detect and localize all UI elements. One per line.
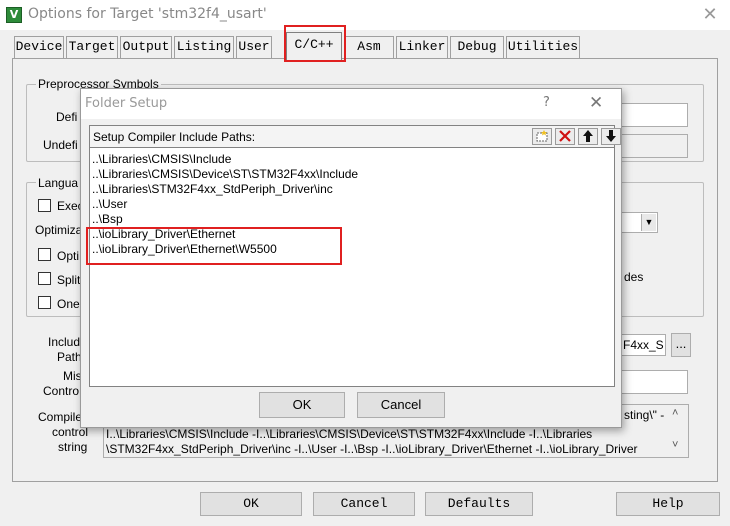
path-item[interactable]: ..\Libraries\STM32F4xx_StdPeriph_Driver\… <box>92 182 333 197</box>
include-paths-label-1: Includ <box>48 335 81 349</box>
tab-listing[interactable]: Listing <box>174 36 234 58</box>
added-paths-highlight-annotation <box>86 227 342 265</box>
misc-controls-label-1: Mis <box>63 369 82 383</box>
compiler-string-line-2: \STM32F4xx_StdPeriph_Driver\inc -I..\Use… <box>106 442 638 456</box>
one-elf-label: One <box>57 297 80 311</box>
new-folder-icon[interactable] <box>532 128 552 145</box>
include-paths-label-2: Path <box>57 350 82 364</box>
one-elf-checkbox[interactable] <box>38 296 51 309</box>
path-item[interactable]: ..\Libraries\CMSIS\Device\ST\STM32F4xx\I… <box>92 167 358 182</box>
optimize-time-checkbox[interactable] <box>38 248 51 261</box>
compiler-control-label-1: Compile <box>38 410 83 424</box>
optimization-label: Optimiza <box>35 223 83 237</box>
dialog-title: Folder Setup <box>85 96 168 111</box>
include-paths-header-label: Setup Compiler Include Paths: <box>93 130 256 144</box>
split-sections-checkbox[interactable] <box>38 272 51 285</box>
scroll-down-icon[interactable]: ˅ <box>672 439 678 451</box>
window-title: Options for Target 'stm32f4_usart' <box>28 6 267 22</box>
undefine-label: Undefi <box>43 138 78 152</box>
delete-icon[interactable] <box>555 128 575 145</box>
help-icon[interactable]: ? <box>543 95 550 110</box>
include-paths-browse-button[interactable]: ... <box>671 333 691 357</box>
language-group-label: Langua <box>36 176 81 190</box>
ok-button[interactable]: OK <box>200 492 302 516</box>
path-item[interactable]: ..\Libraries\CMSIS\Include <box>92 152 231 167</box>
chevron-down-icon[interactable]: ▼ <box>641 214 656 231</box>
execute-only-checkbox[interactable] <box>38 199 51 212</box>
dialog-ok-button[interactable]: OK <box>259 392 345 418</box>
tab-debug[interactable]: Debug <box>450 36 504 58</box>
tab-target[interactable]: Target <box>66 36 118 58</box>
path-item[interactable]: ..\Bsp <box>92 212 123 227</box>
scroll-up-icon[interactable]: ˄ <box>672 407 678 419</box>
cancel-button[interactable]: Cancel <box>313 492 415 516</box>
include-paths-header: Setup Compiler Include Paths: <box>90 126 621 148</box>
move-down-icon[interactable] <box>601 128 621 145</box>
optimize-time-label: Opti <box>57 249 80 263</box>
compiler-string-line-0: sting\" - <box>624 408 665 422</box>
window-close-icon[interactable]: ✕ <box>700 5 720 25</box>
compiler-control-label-3: string <box>58 440 88 454</box>
split-sections-label: Split <box>57 273 81 287</box>
tab-asm[interactable]: Asm <box>344 36 394 58</box>
tab-device[interactable]: Device <box>14 36 64 58</box>
help-button[interactable]: Help <box>616 492 720 516</box>
dialog-close-icon[interactable]: ✕ <box>589 93 603 113</box>
path-item[interactable]: ..\User <box>92 197 127 212</box>
option-label-des: des <box>624 270 644 284</box>
tab-highlight-annotation <box>284 25 346 62</box>
dialog-cancel-button[interactable]: Cancel <box>357 392 445 418</box>
tab-output[interactable]: Output <box>120 36 172 58</box>
keil-app-icon: V <box>6 7 22 23</box>
misc-controls-label-2: Contro <box>43 384 80 398</box>
tab-utilities[interactable]: Utilities <box>506 36 580 58</box>
tab-linker[interactable]: Linker <box>396 36 448 58</box>
compiler-string-line-1: I..\Libraries\CMSIS\Include -I..\Librari… <box>106 427 593 441</box>
defaults-button[interactable]: Defaults <box>425 492 533 516</box>
tab-user[interactable]: User <box>236 36 272 58</box>
define-label: Defi <box>56 110 78 124</box>
move-up-icon[interactable] <box>578 128 598 145</box>
